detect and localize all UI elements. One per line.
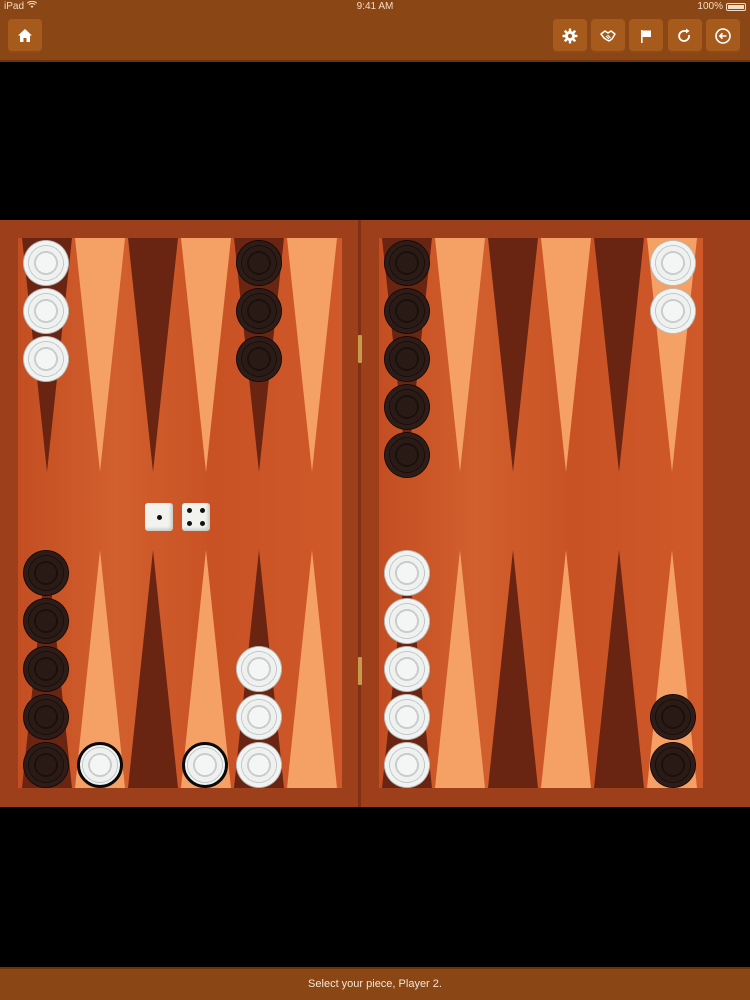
black-checker: [23, 742, 69, 788]
selected-white-checker[interactable]: [77, 742, 123, 788]
black-checker: [384, 384, 430, 430]
white-checker[interactable]: [236, 646, 282, 692]
white-checker[interactable]: [384, 694, 430, 740]
point-21: [488, 238, 538, 472]
point-2: [594, 550, 644, 788]
selected-white-checker[interactable]: [182, 742, 228, 788]
die-pip: [187, 508, 192, 513]
black-checker: [236, 240, 282, 286]
die-pip: [156, 514, 162, 520]
white-checker[interactable]: [384, 742, 430, 788]
white-checker[interactable]: [23, 336, 69, 382]
point-14: [75, 238, 125, 472]
status-bar: iPad 9:41 AM 100%: [0, 0, 750, 14]
white-checker[interactable]: [236, 694, 282, 740]
point-7: [287, 550, 337, 788]
battery-percent: 100%: [697, 1, 723, 12]
black-checker: [384, 336, 430, 382]
black-checker: [236, 288, 282, 334]
black-checker: [384, 240, 430, 286]
point-18: [287, 238, 337, 472]
white-checker[interactable]: [23, 288, 69, 334]
home-button[interactable]: [8, 19, 42, 53]
die-pip: [200, 508, 205, 513]
die-one[interactable]: [145, 503, 173, 531]
black-checker: [23, 550, 69, 596]
black-checker: [384, 288, 430, 334]
die-pip: [187, 521, 192, 526]
point-4: [488, 550, 538, 788]
point-20: [435, 238, 485, 472]
point-5: [435, 550, 485, 788]
black-checker: [23, 598, 69, 644]
white-checker[interactable]: [384, 598, 430, 644]
white-checker[interactable]: [650, 240, 696, 286]
home-icon: [18, 29, 32, 42]
handshake-icon: [600, 30, 616, 42]
black-checker: [384, 432, 430, 478]
black-checker: [23, 694, 69, 740]
redo-icon: [678, 28, 690, 42]
white-checker[interactable]: [384, 646, 430, 692]
point-15: [128, 238, 178, 472]
die-pip: [200, 521, 205, 526]
flag-icon: [641, 30, 651, 43]
toolbar: [0, 14, 750, 62]
game-status-bar: Select your piece, Player 2.: [0, 967, 750, 1000]
point-10: [128, 550, 178, 788]
point-23: [594, 238, 644, 472]
point-3: [541, 550, 591, 788]
black-checker: [650, 694, 696, 740]
exit-button[interactable]: [706, 19, 740, 53]
gear-icon: [562, 28, 578, 44]
point-16: [181, 238, 231, 472]
black-checker: [650, 742, 696, 788]
die-four[interactable]: [182, 503, 210, 531]
turn-message: Select your piece, Player 2.: [308, 978, 442, 990]
status-time: 9:41 AM: [356, 1, 394, 12]
settings-button[interactable]: [553, 19, 587, 53]
point-22: [541, 238, 591, 472]
board-points: [22, 238, 697, 788]
exit-icon: [715, 28, 731, 44]
resign-button[interactable]: [629, 19, 663, 53]
white-checker[interactable]: [650, 288, 696, 334]
black-checker: [236, 336, 282, 382]
status-right: 100%: [697, 0, 746, 14]
battery-icon: [726, 3, 746, 11]
white-checker[interactable]: [23, 240, 69, 286]
black-checker: [23, 646, 69, 692]
white-checker[interactable]: [384, 550, 430, 596]
white-checker[interactable]: [236, 742, 282, 788]
backgammon-board: [0, 220, 750, 807]
redo-button[interactable]: [668, 19, 702, 53]
offer-draw-button[interactable]: [591, 19, 625, 53]
